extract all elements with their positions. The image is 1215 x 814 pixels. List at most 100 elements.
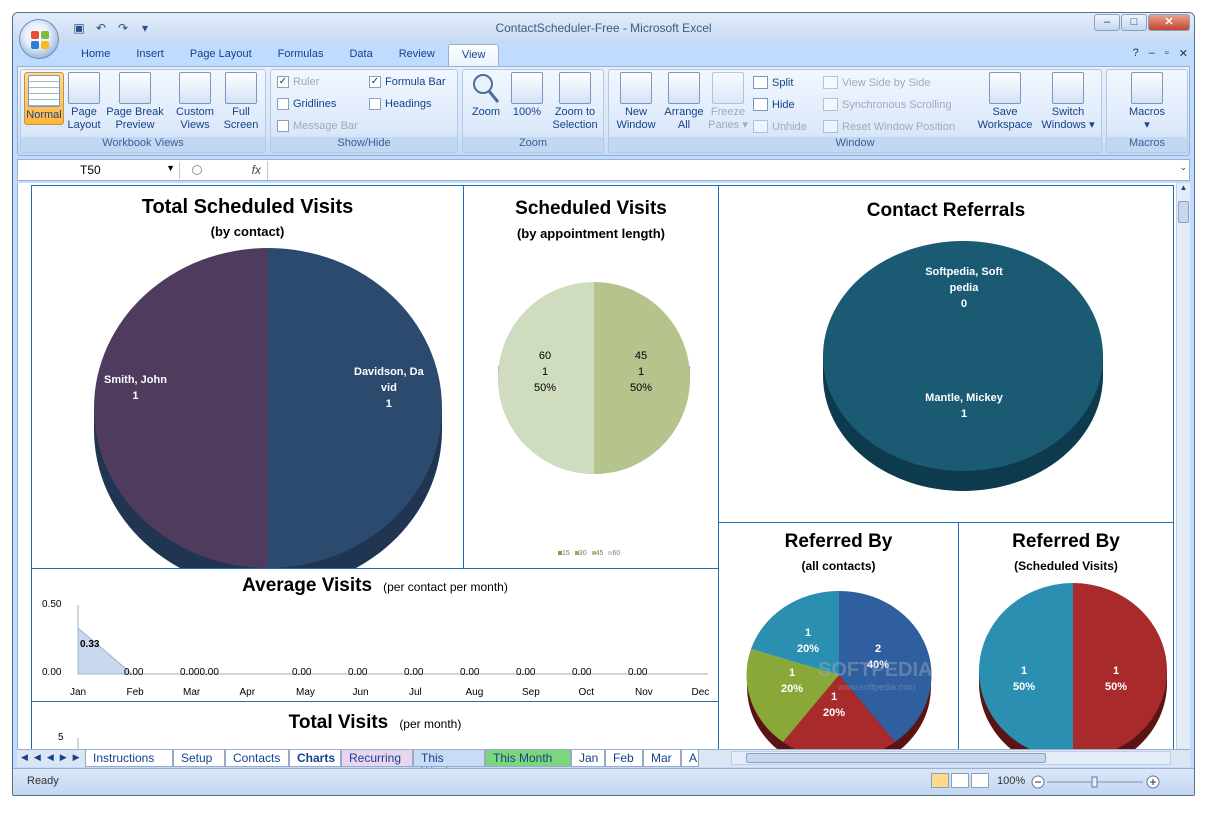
sheet-tab-feb[interactable]: Feb bbox=[605, 750, 643, 767]
ruler-checkbox[interactable]: ✓ Ruler bbox=[277, 76, 319, 88]
freeze-panes-button[interactable]: Freeze Panes ▾ bbox=[707, 72, 749, 132]
view-shortcuts bbox=[931, 773, 989, 788]
label-60: 60 1 50% bbox=[534, 350, 557, 394]
avg-data-label: 0.00 bbox=[404, 667, 424, 678]
reset-window-position-button[interactable]: Reset Window Position bbox=[823, 120, 955, 133]
chart-referred-all[interactable]: Referred By (all contacts) 1 20% 2 40% 1 20… bbox=[718, 522, 959, 763]
expand-formula-bar-icon[interactable]: ⌄ bbox=[1179, 162, 1187, 173]
new-window-button[interactable]: New Window bbox=[613, 72, 659, 132]
sheet-tab-instructions[interactable]: Instructions bbox=[85, 750, 173, 767]
page-layout-shortcut[interactable] bbox=[951, 773, 969, 788]
sheet-tab-this-month[interactable]: This Month bbox=[485, 750, 571, 767]
tab-page-layout[interactable]: Page Layout bbox=[177, 44, 265, 66]
name-box-dropdown-icon[interactable]: ▼ bbox=[166, 163, 175, 173]
zoom-level[interactable]: 100% bbox=[997, 775, 1025, 787]
avg-data-label: 0.00 bbox=[572, 667, 592, 678]
name-box[interactable]: T50 ▼ bbox=[20, 162, 180, 179]
customize-qat-icon[interactable]: ▾ bbox=[137, 20, 153, 36]
view-side-by-side-button[interactable]: View Side by Side bbox=[823, 76, 930, 89]
zoom-slider[interactable] bbox=[1031, 775, 1161, 789]
worksheet[interactable]: Total Scheduled Visits (by contact) Smit… bbox=[17, 183, 1176, 763]
avg-data-label: 0.00 bbox=[460, 667, 480, 678]
help-icon[interactable]: ? bbox=[1133, 47, 1139, 60]
side-by-side-label: View Side by Side bbox=[842, 76, 931, 89]
label-red: 1 20% bbox=[823, 691, 846, 719]
tab-view[interactable]: View bbox=[447, 44, 500, 66]
insert-function-button[interactable]: fx bbox=[252, 163, 261, 177]
headings-checkbox[interactable]: Headings bbox=[369, 98, 431, 110]
restore-workbook-icon[interactable]: ▫ bbox=[1165, 47, 1169, 60]
maximize-button[interactable]: □ bbox=[1121, 14, 1147, 31]
tab-formulas[interactable]: Formulas bbox=[265, 44, 337, 66]
split-button[interactable]: Split bbox=[753, 76, 793, 89]
macros-button[interactable]: Macros ▾ bbox=[1125, 72, 1169, 132]
close-workbook-icon[interactable]: ✕ bbox=[1179, 47, 1188, 60]
sheet-tab-a[interactable]: A bbox=[681, 750, 699, 767]
group-workbook-views: Normal Page Layout Page Break Preview Cu… bbox=[20, 69, 266, 153]
save-icon[interactable]: ▣ bbox=[71, 20, 87, 36]
chart-referred-scheduled[interactable]: Referred By (Scheduled Visits) 1 50% 1 50% bbox=[958, 522, 1174, 763]
horizontal-scrollbar[interactable] bbox=[731, 751, 1171, 765]
vertical-scrollbar[interactable]: ▲ bbox=[1176, 183, 1190, 749]
chart-contact-referrals[interactable]: Contact Referrals Softpedia, Soft pedia 0 … bbox=[718, 185, 1174, 523]
sync-scrolling-button[interactable]: Synchronous Scrolling bbox=[823, 98, 951, 111]
new-window-label-2: Window bbox=[616, 119, 656, 131]
x-tick-oct: Oct bbox=[578, 687, 595, 698]
chart-scheduled-visits-length[interactable]: Scheduled Visits (by appointment length)… bbox=[463, 185, 719, 569]
sheet-tab-setup[interactable]: Setup bbox=[173, 750, 225, 767]
tab-insert[interactable]: Insert bbox=[123, 44, 177, 66]
split-label: Split bbox=[772, 76, 794, 89]
watermark-url: www.softpedia.com bbox=[838, 682, 916, 692]
legend-45: 45 bbox=[591, 550, 603, 557]
page-layout-button[interactable]: Page Layout bbox=[67, 72, 101, 132]
hide-button[interactable]: Hide bbox=[753, 98, 795, 111]
formula-circle-icon bbox=[192, 165, 202, 175]
zoom-button[interactable]: Zoom bbox=[467, 72, 505, 119]
office-button[interactable] bbox=[19, 19, 59, 59]
zoom-100-button[interactable]: 100% bbox=[509, 72, 545, 119]
legend-60: 60 bbox=[608, 550, 620, 557]
x-tick-sep: Sep bbox=[522, 687, 540, 698]
sheet-tab-this-week[interactable]: This Week bbox=[413, 750, 485, 779]
tab-review[interactable]: Review bbox=[386, 44, 448, 66]
sheet-tab-charts[interactable]: Charts bbox=[289, 750, 341, 767]
sheet-tab-mar[interactable]: Mar bbox=[643, 750, 681, 767]
new-window-label-1: New bbox=[624, 106, 647, 118]
full-screen-button[interactable]: Full Screen bbox=[221, 72, 261, 132]
gridlines-checkbox[interactable]: Gridlines bbox=[277, 98, 336, 110]
gridlines-check bbox=[277, 98, 289, 110]
formula-bar-checkbox[interactable]: ✓ Formula Bar bbox=[369, 76, 446, 88]
referred-sched-pie bbox=[979, 583, 1167, 763]
close-button[interactable]: ✕ bbox=[1148, 14, 1190, 31]
arrange-all-button[interactable]: Arrange All bbox=[661, 72, 707, 132]
tab-home[interactable]: Home bbox=[68, 44, 123, 66]
tab-data[interactable]: Data bbox=[336, 44, 385, 66]
horizontal-scroll-thumb[interactable] bbox=[746, 753, 1046, 763]
sheet-tab-contacts[interactable]: Contacts bbox=[225, 750, 289, 767]
custom-views-button[interactable]: Custom Views bbox=[173, 72, 217, 132]
ruler-label: Ruler bbox=[293, 76, 320, 88]
vertical-scroll-thumb[interactable] bbox=[1178, 201, 1189, 223]
unhide-button[interactable]: Unhide bbox=[753, 120, 807, 133]
scroll-up-icon[interactable]: ▲ bbox=[1177, 183, 1190, 192]
zoom-selection-button[interactable]: Zoom to Selection bbox=[549, 72, 601, 132]
zoom-slider-thumb[interactable] bbox=[1091, 776, 1098, 788]
undo-icon[interactable]: ↶ bbox=[93, 20, 109, 36]
ribbon-right-controls: ? – ▫ ✕ bbox=[1133, 47, 1188, 60]
sheet-tab-recurring[interactable]: Recurring bbox=[341, 750, 413, 767]
minimize-button[interactable]: – bbox=[1094, 14, 1120, 31]
normal-view-icon bbox=[28, 75, 60, 107]
normal-view-button[interactable]: Normal bbox=[24, 72, 64, 125]
normal-view-shortcut[interactable] bbox=[931, 773, 949, 788]
save-workspace-button[interactable]: Save Workspace bbox=[975, 72, 1035, 132]
page-break-preview-button[interactable]: Page Break Preview bbox=[105, 72, 165, 132]
chart-total-scheduled-visits[interactable]: Total Scheduled Visits (by contact) Smit… bbox=[31, 185, 464, 570]
arrange-all-label-1: Arrange bbox=[664, 106, 704, 118]
sheet-tab-jan[interactable]: Jan bbox=[571, 750, 605, 767]
page-break-shortcut[interactable] bbox=[971, 773, 989, 788]
chart-average-visits[interactable]: Average Visits (per contact per month) 0… bbox=[31, 568, 719, 702]
redo-icon[interactable]: ↷ bbox=[115, 20, 131, 36]
message-bar-checkbox[interactable]: Message Bar bbox=[277, 120, 358, 132]
minimize-workbook-icon[interactable]: – bbox=[1149, 47, 1155, 60]
switch-windows-button[interactable]: Switch Windows ▾ bbox=[1037, 72, 1099, 132]
